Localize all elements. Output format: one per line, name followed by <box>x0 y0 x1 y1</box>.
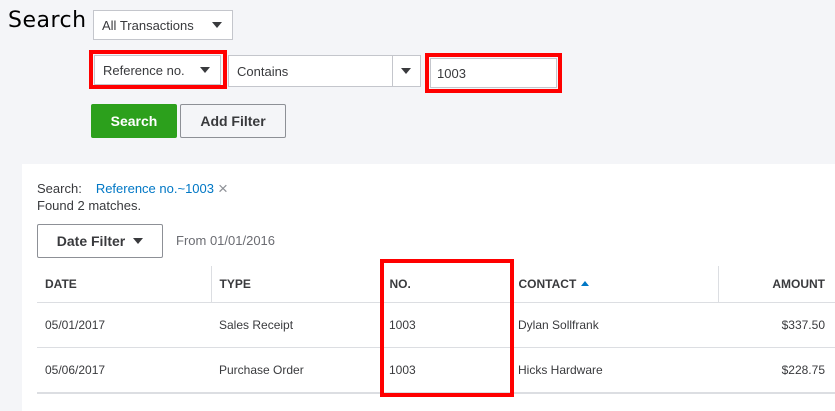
results-table: DATE TYPE NO. CONTACT AMOUNT 05/01/2017 … <box>37 266 835 393</box>
cell-no: 1003 <box>381 302 510 348</box>
cell-contact-link[interactable]: Hicks Hardware <box>510 347 718 393</box>
transaction-type-value: All Transactions <box>102 17 194 33</box>
filter-field-value: Reference no. <box>103 62 185 78</box>
cell-no: 1003 <box>381 347 510 393</box>
chevron-down-icon <box>401 68 411 74</box>
cell-amount: $228.75 <box>718 347 835 393</box>
chevron-down-icon <box>212 22 222 28</box>
column-header-amount[interactable]: AMOUNT <box>717 266 835 303</box>
column-header-date[interactable]: DATE <box>37 266 211 303</box>
column-header-contact-label: CONTACT <box>518 276 577 291</box>
transaction-type-select[interactable]: All Transactions <box>93 10 233 40</box>
cell-type: Sales Receipt <box>211 302 381 348</box>
close-icon[interactable]: × <box>218 180 228 197</box>
filter-condition-value: Contains <box>237 63 289 79</box>
match-count: Found 2 matches. <box>37 198 142 213</box>
sort-ascending-icon <box>581 280 590 286</box>
table-row[interactable]: 05/06/2017 Purchase Order 1003 Hicks Har… <box>37 347 835 393</box>
column-header-contact[interactable]: CONTACT <box>509 266 718 303</box>
cell-date: 05/06/2017 <box>37 347 211 393</box>
date-filter-label: Date Filter <box>56 233 126 249</box>
cell-contact-link[interactable]: Dylan Sollfrank <box>510 302 718 348</box>
chevron-down-icon <box>200 67 210 73</box>
cell-amount: $337.50 <box>718 302 835 348</box>
search-chip[interactable]: Reference no.~1003 <box>96 181 214 196</box>
add-filter-button[interactable]: Add Filter <box>180 104 286 138</box>
cell-date: 05/01/2017 <box>37 302 211 348</box>
search-label: Search: <box>37 181 82 196</box>
column-header-type[interactable]: TYPE <box>210 266 381 303</box>
filter-condition-dropdown-button[interactable] <box>393 55 421 87</box>
chevron-down-icon <box>133 238 144 244</box>
search-summary: Search: Reference no.~1003 × <box>37 180 228 197</box>
column-header-no[interactable]: NO. <box>380 266 510 303</box>
table-bottom-divider <box>37 392 835 394</box>
cell-type: Purchase Order <box>211 347 381 393</box>
table-row[interactable]: 05/01/2017 Sales Receipt 1003 Dylan Soll… <box>37 302 835 348</box>
search-button[interactable]: Search <box>91 104 177 138</box>
table-header-row: DATE TYPE NO. CONTACT AMOUNT <box>37 266 835 303</box>
filter-value-input[interactable] <box>430 58 557 88</box>
date-filter-button[interactable]: Date Filter <box>37 224 163 258</box>
date-range-label: From 01/01/2016 <box>176 233 276 248</box>
filter-condition-select[interactable]: Contains <box>228 55 393 87</box>
filter-field-select[interactable]: Reference no. <box>94 55 221 85</box>
page-title: Search <box>8 8 87 33</box>
